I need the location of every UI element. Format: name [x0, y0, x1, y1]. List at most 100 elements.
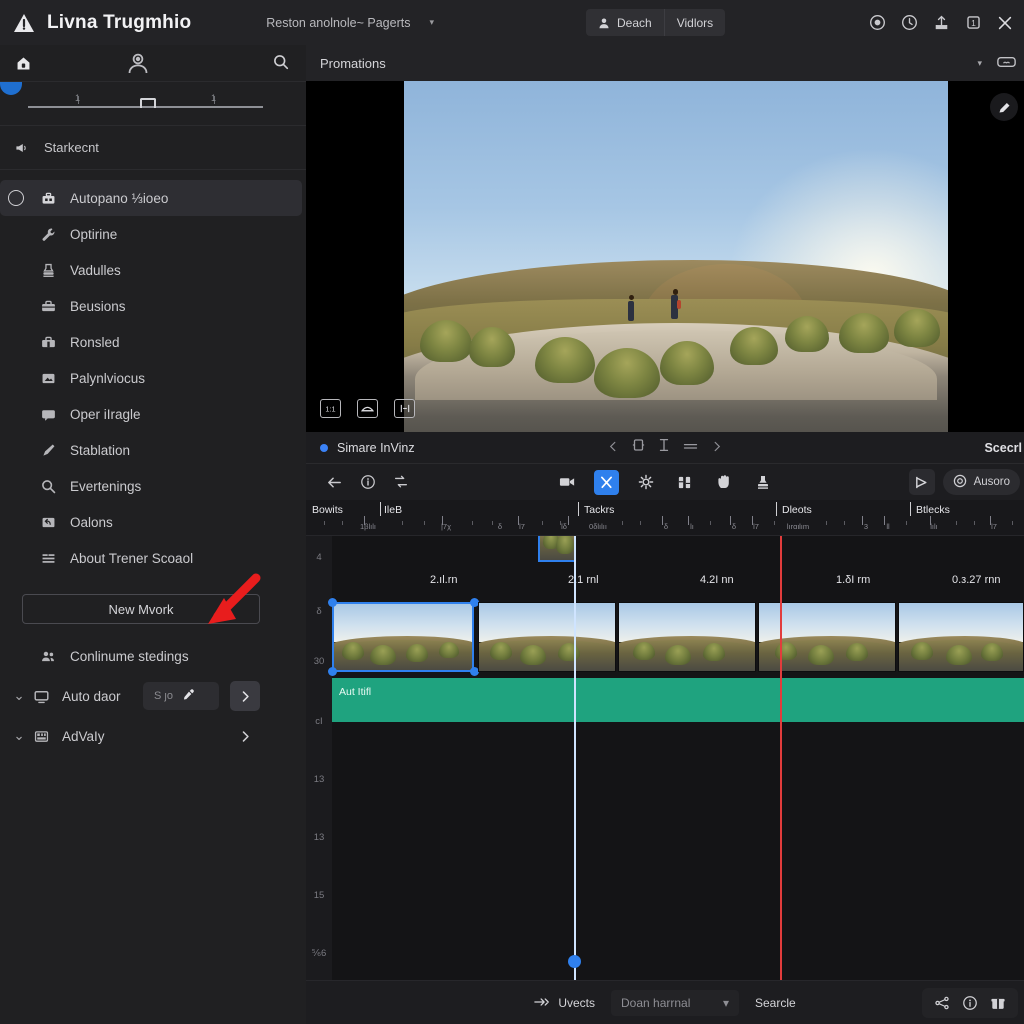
clip-handle-bottom-left[interactable] — [328, 667, 337, 676]
clip-time-label: 0.з.27 rnn — [952, 574, 1001, 586]
title-bar: Livna Trugmhio Reston anolnole~ Pagerts … — [0, 0, 1024, 45]
ruler-tick-label: l7 — [519, 522, 525, 531]
timeline-tool-buttons — [555, 469, 775, 495]
timeline-header-right[interactable]: Scecrl — [984, 432, 1024, 464]
back-arrow-icon[interactable] — [322, 470, 347, 495]
clip-handle-top-left[interactable] — [328, 598, 337, 607]
sidebar-item-operirage[interactable]: Oper iIragle — [0, 396, 306, 432]
ruler-tick-label: δ — [663, 522, 669, 531]
megaphone-icon — [16, 143, 26, 152]
timeline-clip[interactable] — [618, 602, 756, 672]
search-icon[interactable] — [272, 53, 290, 76]
status-searcle[interactable]: Searcle — [755, 996, 796, 1010]
sidebar-section-label: Starkecnt — [44, 140, 99, 155]
timeline-clip-selected[interactable] — [332, 602, 474, 672]
preview-bush — [784, 316, 829, 353]
video-preview[interactable]: 1:1 — [306, 81, 1024, 432]
equals-icon[interactable] — [683, 439, 699, 457]
gear-icon[interactable] — [633, 470, 658, 495]
sidebar-item-about-trener-scoaol[interactable]: About Trener Scoaol — [0, 540, 306, 576]
sidebar-item-stablation[interactable]: Stablation — [0, 432, 306, 468]
status-searcle-label: Searcle — [755, 995, 796, 1010]
timeline-tracks[interactable]: 4 δ 30 cI 13 13 15 ⅚6 2.ıl.rn 2.1 rnl 4.… — [306, 536, 1024, 1004]
playhead-blue[interactable] — [574, 536, 576, 1004]
preview-person-left — [627, 300, 634, 321]
gutter-label: 4 — [316, 552, 322, 563]
titlebar-segment: Deach Vidlors — [586, 9, 726, 36]
next-arrow-icon[interactable] — [712, 439, 723, 457]
columns-icon[interactable] — [672, 470, 697, 495]
timeline-clip[interactable] — [898, 602, 1024, 672]
sidebar-slider-row[interactable]: 1 1 — [0, 82, 306, 126]
stamp-tool-icon[interactable] — [750, 470, 775, 495]
close-icon[interactable] — [992, 10, 1018, 36]
ausoro-chip[interactable]: Ausoro — [942, 469, 1020, 495]
playhead-red[interactable] — [780, 536, 782, 1004]
timeline-mini-clip[interactable] — [538, 536, 576, 562]
sidebar-item-continue-settings[interactable]: Conlinume stedings — [0, 636, 306, 676]
auto-daor-pill[interactable]: S ȷo — [143, 682, 219, 710]
status-mode-select[interactable]: Doan harrnal ▾ — [611, 989, 739, 1016]
ruler-tick-label: |7χ — [440, 522, 452, 531]
sidebar-item-palynlviocus[interactable]: Palynlviocus — [0, 360, 306, 396]
auto-daor-pill-label: S ȷo — [154, 690, 173, 702]
gift-icon[interactable] — [990, 995, 1006, 1011]
record-circle-icon[interactable] — [864, 10, 890, 36]
sidebar-item-evertenings[interactable]: Evertenings — [0, 468, 306, 504]
prev-arrow-icon[interactable] — [608, 439, 619, 457]
sidebar-item-oalons[interactable]: Oalons — [0, 504, 306, 540]
radio-icon[interactable] — [8, 190, 24, 206]
timeline-ruler[interactable]: Bowits IleB Tackrs Dleots Btlecks 1βlılı… — [306, 500, 1024, 536]
sidebar-item-vadulles[interactable]: Vadulles — [0, 252, 306, 288]
export-upload-icon[interactable] — [928, 10, 954, 36]
fisheye-icon[interactable] — [394, 399, 415, 418]
video-camera-icon[interactable] — [555, 470, 580, 495]
timeline-clip[interactable] — [758, 602, 896, 672]
auto-daor-expand-button[interactable] — [230, 681, 260, 711]
chevron-down-icon[interactable]: ▾ — [977, 58, 982, 69]
timeline-audio-track[interactable]: Aut Itifl — [332, 678, 1024, 722]
sidebar-item-beusions[interactable]: Beusions — [0, 288, 306, 324]
left-sidebar: 1 1 Starkecnt Autopano ⅓ioeo Optirine Va… — [0, 45, 306, 1024]
single-panel-icon[interactable]: 1 — [960, 10, 986, 36]
marker-flag-icon[interactable] — [908, 469, 935, 495]
scissors-cut-icon[interactable] — [594, 469, 619, 495]
vr-headset-icon[interactable] — [997, 55, 1016, 72]
image-icon — [36, 370, 60, 387]
segment-item-vidlors[interactable]: Vidlors — [663, 9, 725, 36]
clock-icon[interactable] — [896, 10, 922, 36]
sidebar-row-auto-daor[interactable]: ⌄ Auto daor S ȷo — [0, 676, 306, 716]
person-avatar-icon[interactable] — [125, 50, 151, 81]
status-uvects[interactable]: Uvects — [534, 996, 595, 1010]
breadcrumb-label[interactable]: Promations — [320, 56, 386, 71]
timeline-clip[interactable] — [478, 602, 616, 672]
frame-11-icon[interactable]: 1:1 — [320, 399, 341, 418]
advaly-expand-button[interactable] — [230, 721, 260, 751]
sidebar-item-label: Ronsled — [70, 334, 120, 350]
new-work-button[interactable]: New Mvork — [22, 594, 260, 624]
sidebar-item-autopano[interactable]: Autopano ⅓ioeo — [0, 180, 302, 216]
titlebar-menu[interactable]: Reston anolnole~ Pagerts ▾ — [266, 16, 434, 30]
chevron-down-icon[interactable]: ⌄ — [10, 728, 28, 744]
flip-icon[interactable] — [388, 470, 413, 495]
hand-icon[interactable] — [711, 470, 736, 495]
pencil-edit-icon[interactable] — [990, 93, 1018, 121]
stamp-icon — [36, 262, 60, 279]
mini-clip-thumbnail — [540, 536, 574, 560]
playhead-blue-knob-bottom[interactable] — [568, 955, 581, 968]
home-lock-icon[interactable] — [0, 45, 46, 82]
segment-item-deach[interactable]: Deach — [586, 9, 664, 36]
sidebar-item-label: Oalons — [70, 514, 113, 530]
slider-knob[interactable] — [140, 98, 156, 108]
sidebar-item-optirine[interactable]: Optirine — [0, 216, 306, 252]
panorama-icon[interactable] — [357, 399, 378, 418]
sidebar-item-ronsled[interactable]: Ronsled — [0, 324, 306, 360]
crop-frame-icon[interactable] — [632, 438, 646, 457]
text-cursor-icon[interactable] — [659, 438, 670, 457]
info-circle-icon[interactable] — [962, 995, 978, 1011]
chevron-down-icon[interactable]: ⌄ — [10, 688, 28, 704]
sidebar-row-advaly[interactable]: ⌄ AdVaIy — [0, 716, 306, 756]
share-node-icon[interactable] — [934, 995, 950, 1011]
info-icon[interactable] — [355, 470, 380, 495]
clip-time-label: 1.δI rm — [836, 574, 871, 586]
